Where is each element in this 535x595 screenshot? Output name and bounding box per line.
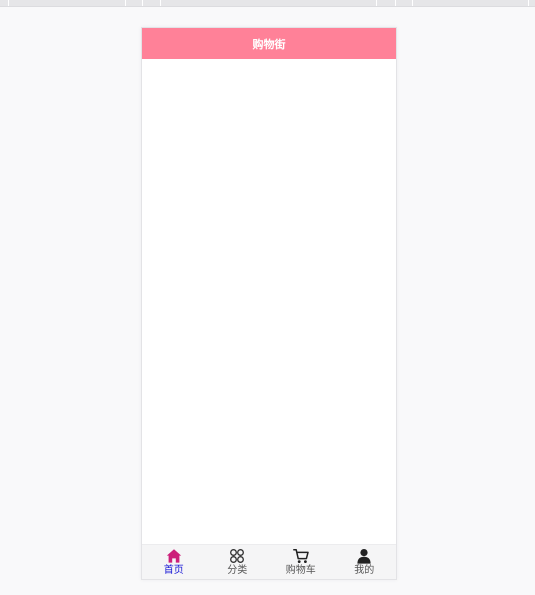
strip-divider: [412, 0, 413, 6]
strip-divider: [395, 0, 396, 6]
tab-home-label: 首页: [163, 565, 184, 576]
tab-cart[interactable]: 购物车: [269, 545, 333, 579]
page-title: 购物街: [252, 37, 286, 51]
app-header: 购物街: [142, 28, 396, 59]
strip-divider: [376, 0, 377, 6]
main-content-area: [142, 59, 396, 546]
tab-profile-label: 我的: [354, 565, 375, 576]
tab-category-label: 分类: [227, 565, 248, 576]
strip-divider: [160, 0, 161, 6]
mobile-app-frame: 购物街 首页 分类 购物车 我的: [141, 27, 397, 580]
strip-divider: [8, 0, 9, 6]
user-icon: [357, 549, 371, 564]
tab-home[interactable]: 首页: [142, 545, 206, 579]
tab-profile[interactable]: 我的: [333, 545, 397, 579]
category-grid-icon: [230, 549, 245, 563]
browser-top-strip: [0, 0, 535, 7]
tab-category[interactable]: 分类: [206, 545, 270, 579]
strip-divider: [125, 0, 126, 6]
cart-icon: [292, 549, 309, 563]
bottom-tab-bar: 首页 分类 购物车 我的: [142, 544, 396, 579]
home-icon: [166, 549, 181, 563]
strip-divider: [142, 0, 143, 6]
tab-cart-label: 购物车: [285, 565, 316, 576]
strip-divider: [528, 0, 529, 6]
